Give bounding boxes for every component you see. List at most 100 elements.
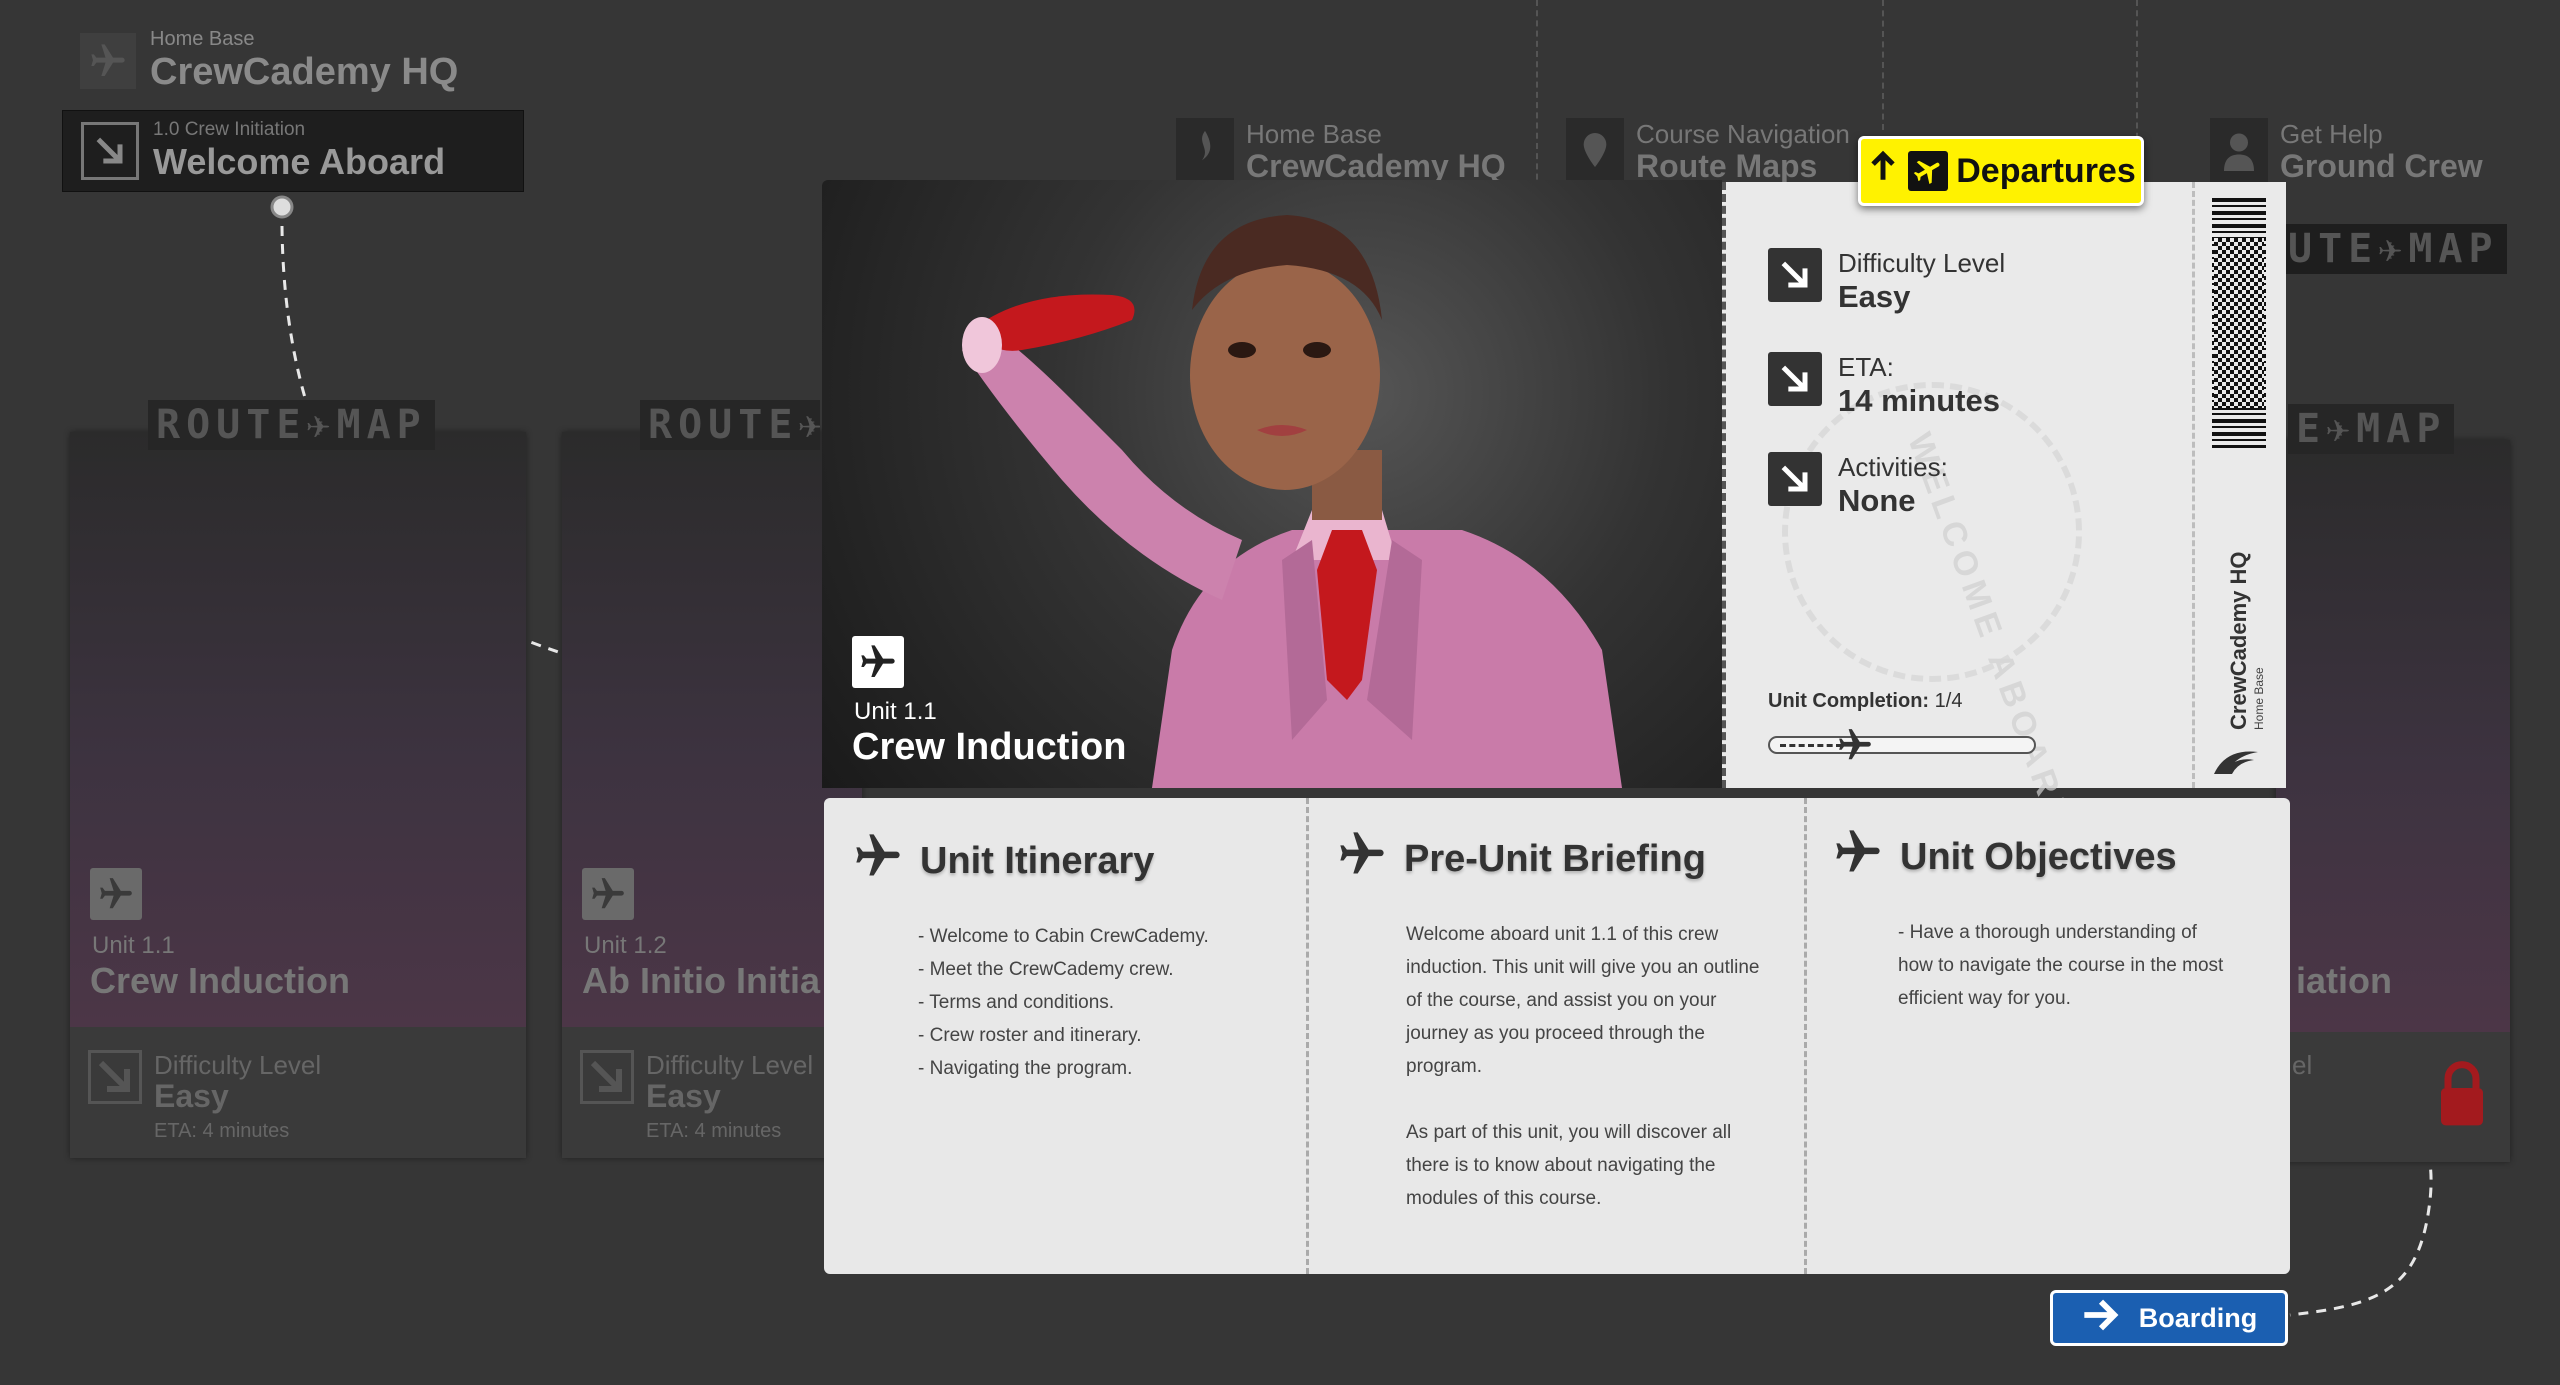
eta-value: 14 minutes [1838, 383, 2000, 418]
stub-text: CrewCademy HQ [2226, 551, 2252, 730]
home-base-header[interactable]: Home Base CrewCademy HQ [80, 28, 458, 94]
arrow-right-icon [2081, 1298, 2121, 1339]
hero-unit: Unit 1.1 [854, 698, 937, 725]
itinerary-column: Unit Itinerary - Welcome to Cabin CrewCa… [852, 798, 1292, 1274]
list-item: - Welcome to Cabin CrewCademy. [918, 926, 1209, 947]
route-map-label: E✈MAP [2288, 404, 2455, 454]
plane-icon [582, 868, 634, 920]
nav-title: CrewCademy HQ [1246, 147, 1506, 184]
ticket-perforation [1722, 182, 1726, 788]
welcome-label: 1.0 Crew Initiation [153, 119, 306, 140]
completion-value: 1/4 [1934, 690, 1963, 712]
arrow-down-right-icon [1768, 248, 1822, 302]
completion-progress-fill [1780, 744, 1842, 747]
completion-label: Unit Completion: [1768, 690, 1930, 712]
departures-label: Departures [1956, 151, 2136, 190]
hero-title: Crew Induction [852, 726, 1127, 768]
difficulty-label: Difficulty Level [1838, 248, 2006, 278]
unit-hero-image: Unit 1.1 Crew Induction [822, 180, 1722, 788]
itinerary-heading: Unit Itinerary [852, 830, 1292, 892]
card-difficulty-label: Difficulty Level [646, 1050, 814, 1080]
list-item: - Crew roster and itinerary. [918, 1025, 1142, 1046]
boarding-ticket: WELCOME ABOARD Difficulty Level Easy ETA:… [1722, 182, 2286, 835]
briefing-title: Pre-Unit Briefing [1404, 837, 1706, 880]
itinerary-title: Unit Itinerary [920, 839, 1155, 882]
list-item: - Navigating the program. [918, 1058, 1133, 1079]
card-eta: ETA: 4 minutes [154, 1120, 290, 1142]
activities-info: Activities: None [1768, 452, 1948, 519]
card-unit: Unit 1.1 [92, 932, 175, 959]
welcome-stamp: WELCOME ABOARD [1782, 382, 2082, 835]
boarding-label: Boarding [2138, 1302, 2258, 1333]
column-divider [1804, 798, 1807, 1274]
activities-label: Activities: [1838, 452, 1948, 482]
nav-title: Ground Crew [2280, 147, 2483, 184]
completion-progress-bar [1768, 729, 2036, 760]
route-map-label: ROUTE✈MAP [148, 400, 435, 450]
crew-member-illustration [962, 215, 1622, 788]
departures-button[interactable]: Departures [1858, 136, 2144, 206]
activities-value: None [1838, 483, 1916, 518]
card-difficulty-label: Difficulty Level [154, 1050, 322, 1080]
plane-icon [80, 33, 136, 89]
list-item: - Terms and conditions. [918, 992, 1115, 1013]
boarding-button[interactable]: Boarding [2050, 1290, 2288, 1346]
home-base-title: CrewCademy HQ [150, 51, 459, 93]
nav-label: Course Navigation [1636, 118, 1850, 149]
lock-icon [2434, 1060, 2490, 1135]
card-eta: ETA: 4 minutes [646, 1120, 782, 1142]
stub-sub: Home Base [2252, 667, 2266, 730]
eta-info: ETA: 14 minutes [1768, 352, 2000, 419]
difficulty-info: Difficulty Level Easy [1768, 248, 2005, 315]
welcome-aboard-button[interactable]: 1.0 Crew Initiation Welcome Aboard [62, 110, 524, 192]
objectives-paragraph: - Have a thorough understanding of how t… [1898, 922, 2224, 1009]
bg-course-card[interactable]: iation el [2276, 440, 2510, 1162]
stub-title: CrewCademy HQ [2226, 551, 2251, 730]
card-photo [2276, 440, 2510, 1032]
objectives-column: Unit Objectives - Have a thorough unders… [1832, 798, 2272, 1274]
plane-icon [1832, 826, 1884, 888]
card-difficulty: Easy [154, 1078, 229, 1114]
bg-course-card[interactable]: Unit 1.1 Crew Induction Difficulty Level… [70, 432, 526, 1158]
nav-home-base[interactable]: Home Base CrewCademy HQ [1176, 118, 1506, 182]
card-title: Ab Initio Initia [582, 960, 820, 1001]
card-unit: Unit 1.2 [584, 932, 667, 959]
pilot-avatar-icon [2210, 118, 2268, 182]
flame-logo-icon [1176, 118, 1234, 182]
plane-icon [1336, 828, 1388, 890]
plane-icon [90, 868, 142, 920]
objectives-title: Unit Objectives [1900, 835, 2177, 878]
flame-logo-icon [2210, 744, 2262, 783]
nav-get-help[interactable]: Get Help Ground Crew [2210, 118, 2483, 182]
qr-code [2214, 238, 2264, 408]
arrow-down-right-icon [88, 1050, 142, 1104]
barcode [2212, 198, 2266, 448]
eta-label: ETA: [1838, 352, 1894, 382]
briefing-paragraph: Welcome aboard unit 1.1 of this crew ind… [1406, 924, 1760, 1077]
nav-label: Home Base [1246, 118, 1382, 149]
welcome-title: Welcome Aboard [153, 141, 446, 182]
list-item: - Meet the CrewCademy crew. [918, 959, 1174, 980]
nav-course-navigation[interactable]: Course Navigation Route Maps [1566, 118, 1850, 182]
briefing-text: Welcome aboard unit 1.1 of this crew ind… [1336, 918, 1776, 1215]
card-difficulty-label: el [2292, 1050, 2313, 1080]
unit-completion: Unit Completion: 1/4 [1768, 690, 1962, 713]
home-base-label: Home Base [150, 28, 255, 50]
nav-title: Route Maps [1636, 147, 1818, 184]
card-title: iation [2296, 960, 2392, 1001]
unit-details-panel: Unit Itinerary - Welcome to Cabin CrewCa… [824, 798, 2290, 1274]
difficulty-value: Easy [1838, 279, 1911, 314]
route-map-label: ROUTE✈MAP [640, 400, 820, 450]
objectives-heading: Unit Objectives [1832, 826, 2272, 888]
map-pin-icon [1566, 118, 1624, 182]
arrow-up-icon [1866, 150, 1900, 193]
progress-plane-icon [1836, 726, 1874, 769]
plane-icon [852, 830, 904, 892]
arrow-down-right-icon [1768, 452, 1822, 506]
arrow-down-right-icon [580, 1050, 634, 1104]
nav-divider [1882, 0, 1884, 130]
arrow-down-right-icon [1768, 352, 1822, 406]
bg-course-card[interactable]: Unit 1.2 Ab Initio Initia Difficulty Lev… [562, 432, 862, 1158]
departure-plane-icon [1908, 151, 1949, 191]
route-map-label: UTE✈MAP [2280, 224, 2507, 274]
